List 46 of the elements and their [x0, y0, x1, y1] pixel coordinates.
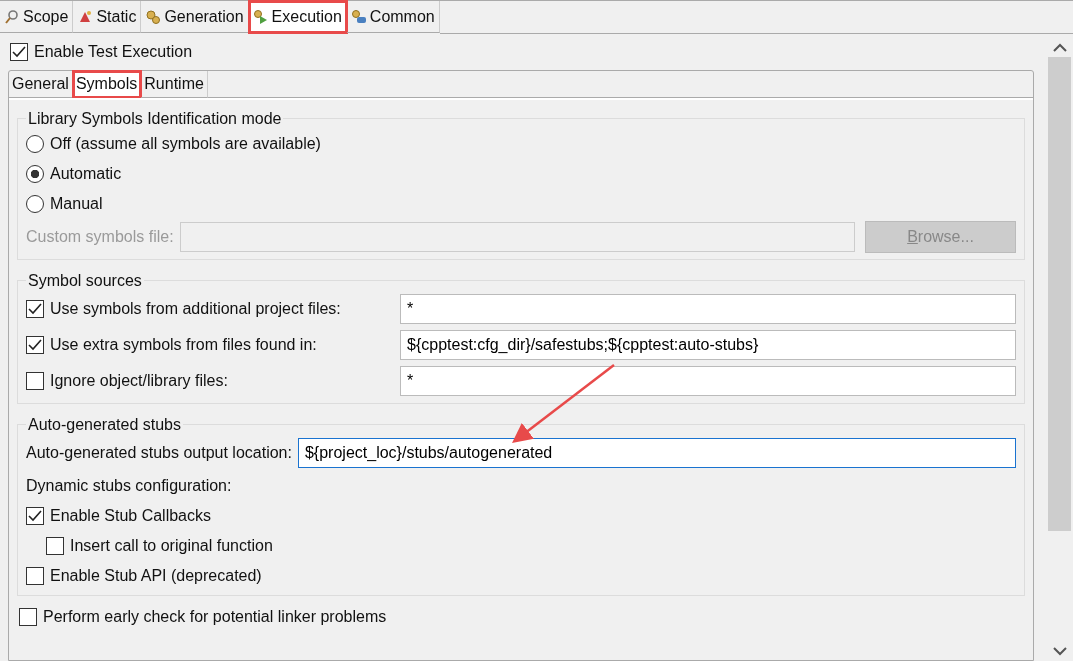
field-label: Custom symbols file: — [26, 228, 174, 246]
tab[interactable]: Static — [73, 1, 142, 33]
cone-icon — [77, 8, 94, 25]
gear-play-icon — [252, 8, 269, 25]
checkbox-label: Use extra symbols from files found in: — [50, 336, 317, 354]
input-field[interactable]: * — [400, 366, 1016, 396]
tab[interactable]: Runtime — [141, 71, 208, 98]
group-title: Auto-generated stubs — [26, 415, 183, 435]
checkbox[interactable] — [26, 336, 44, 354]
checkbox[interactable] — [26, 567, 44, 585]
input-field[interactable]: * — [400, 294, 1016, 324]
checkbox-label: Enable Stub API (deprecated) — [50, 567, 262, 585]
radio-label: Off (assume all symbols are available) — [50, 135, 321, 153]
radio-label: Automatic — [50, 165, 122, 183]
checkbox[interactable] — [46, 537, 64, 555]
radio-button[interactable] — [26, 195, 44, 213]
scrollbar-thumb[interactable] — [1048, 57, 1071, 531]
input-field[interactable]: ${project_loc}/stubs/autogenerated — [297, 438, 1016, 468]
tab[interactable]: Common — [346, 1, 440, 33]
tab[interactable]: Scope — [0, 1, 74, 33]
checkbox-label: Enable Test Execution — [34, 43, 193, 61]
checkbox-label: Ignore object/library files: — [50, 372, 228, 390]
field-label: Auto-generated stubs output location: — [26, 444, 292, 462]
checkbox[interactable] — [26, 507, 44, 525]
gear-box-icon — [350, 8, 367, 25]
section-label: Dynamic stubs configuration: — [26, 476, 233, 496]
tab[interactable]: Symbols — [72, 71, 142, 98]
checkbox[interactable] — [26, 300, 44, 318]
input-field[interactable]: ${cpptest:cfg_dir}/safestubs;${cpptest:auto-stubs} — [400, 330, 1016, 360]
tab[interactable]: Execution — [248, 1, 347, 33]
radio-label: Manual — [50, 195, 103, 213]
radio-button[interactable] — [26, 165, 44, 183]
checkbox[interactable] — [19, 608, 37, 626]
checkbox-label: Insert call to original function — [70, 537, 273, 555]
gears-icon — [145, 8, 162, 25]
group-title: Symbol sources — [26, 271, 144, 291]
checkbox-label: Perform early check for potential linker problems — [43, 608, 387, 626]
scroll-up-icon — [1052, 42, 1067, 52]
checkbox[interactable] — [26, 372, 44, 390]
checkbox[interactable] — [10, 43, 28, 61]
checkbox-label: Use symbols from additional project files: — [50, 300, 341, 318]
group-title: Library Symbols Identification mode — [26, 109, 284, 129]
scroll-down-icon — [1052, 646, 1067, 656]
checkbox-label: Enable Stub Callbacks — [50, 507, 211, 525]
radio-button[interactable] — [26, 135, 44, 153]
magnifier-icon — [4, 8, 20, 25]
